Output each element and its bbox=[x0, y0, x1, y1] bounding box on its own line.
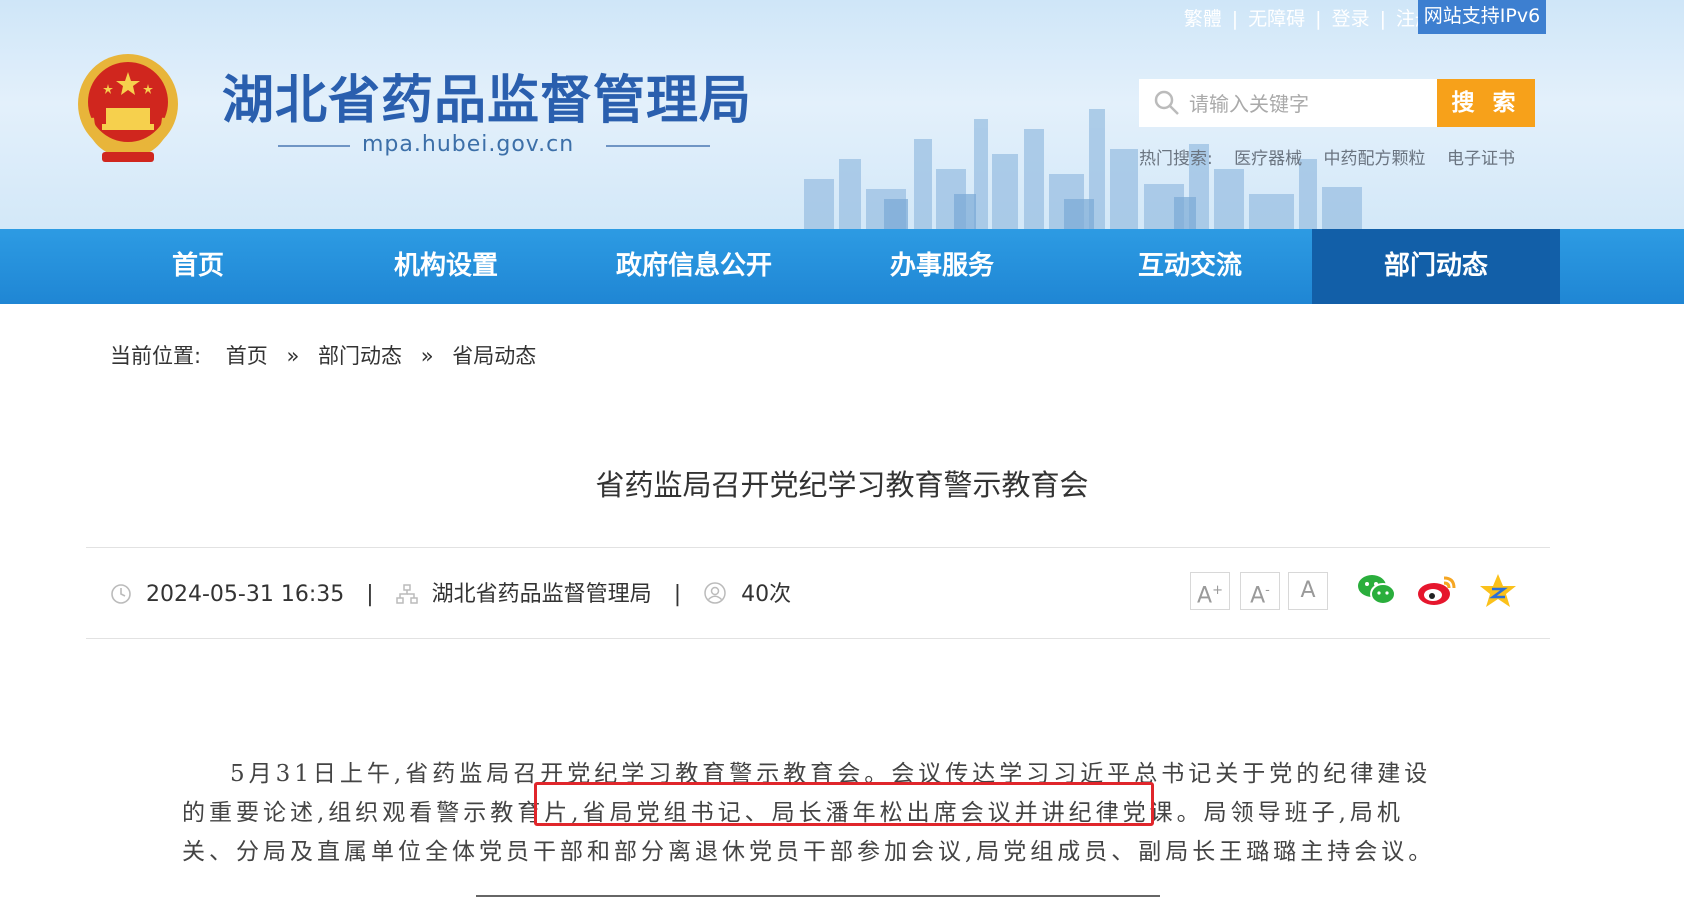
font-decrease-button[interactable]: A- bbox=[1240, 572, 1280, 610]
nav-item-organization[interactable]: 机构设置 bbox=[322, 229, 570, 304]
site-title[interactable]: 湖北省药品监督管理局 bbox=[222, 58, 752, 133]
main-nav: 首页 机构设置 政府信息公开 办事服务 互动交流 部门动态 bbox=[0, 229, 1684, 304]
hot-search-item[interactable]: 中药配方颗粒 bbox=[1324, 149, 1426, 169]
font-reset-button[interactable]: A bbox=[1288, 572, 1328, 610]
search-input[interactable] bbox=[1187, 79, 1435, 129]
title-divider-right bbox=[606, 145, 710, 147]
view-count: 40次 bbox=[741, 582, 792, 607]
hot-search-item[interactable]: 医疗器械 bbox=[1234, 149, 1302, 169]
breadcrumb-bureau-news[interactable]: 省局动态 bbox=[452, 344, 536, 368]
breadcrumb-separator: » bbox=[286, 344, 300, 368]
clock-icon bbox=[111, 584, 131, 604]
national-emblem-logo bbox=[78, 54, 178, 162]
nav-item-home[interactable]: 首页 bbox=[74, 229, 322, 304]
breadcrumb-department-news[interactable]: 部门动态 bbox=[318, 344, 402, 368]
hot-search-label: 热门搜索: bbox=[1139, 149, 1213, 169]
nav-item-services[interactable]: 办事服务 bbox=[818, 229, 1066, 304]
traditional-chinese-link[interactable]: 繁體 bbox=[1184, 8, 1222, 30]
title-divider-left bbox=[278, 145, 350, 147]
link-separator: | bbox=[1231, 8, 1239, 30]
qzone-icon[interactable] bbox=[1478, 572, 1518, 610]
breadcrumb-home[interactable]: 首页 bbox=[226, 344, 268, 368]
site-header: 湖北省药品监督管理局 mpa.hubei.gov.cn 繁體 | 无障碍 | 登录 | 注册… bbox=[0, 0, 1684, 229]
search-icon bbox=[1154, 90, 1179, 115]
hot-search-item[interactable]: 电子证书 bbox=[1447, 149, 1515, 169]
meta-bottom-divider bbox=[86, 638, 1550, 639]
hot-search: 热门搜索: 医疗器械 中药配方颗粒 电子证书 bbox=[1139, 144, 1515, 169]
nav-item-department-news[interactable]: 部门动态 bbox=[1312, 229, 1560, 304]
meta-separator: | bbox=[366, 582, 374, 607]
breadcrumb-separator: » bbox=[420, 344, 434, 368]
weibo-icon[interactable] bbox=[1416, 572, 1458, 608]
nav-item-gov-info[interactable]: 政府信息公开 bbox=[570, 229, 818, 304]
search-box bbox=[1139, 79, 1437, 129]
login-link[interactable]: 登录 bbox=[1332, 8, 1370, 30]
views-icon bbox=[704, 582, 726, 604]
link-separator: | bbox=[1315, 8, 1322, 30]
wechat-icon[interactable] bbox=[1356, 572, 1398, 608]
search-button[interactable]: 搜 索 bbox=[1437, 79, 1535, 127]
breadcrumb-prefix: 当前位置: bbox=[110, 344, 202, 368]
highlight-annotation-box bbox=[534, 782, 1154, 826]
accessibility-link[interactable]: 无障碍 bbox=[1248, 8, 1305, 30]
article-meta: 2024-05-31 16:35 | 湖北省药品监督管理局 | 40次 bbox=[110, 576, 791, 608]
top-links: 繁體 | 无障碍 | 登录 | 注册 bbox=[1184, 4, 1434, 31]
organization-icon bbox=[395, 584, 418, 604]
article-title: 省药监局召开党纪学习教育警示教育会 bbox=[595, 468, 1089, 502]
article-source: 湖北省药品监督管理局 bbox=[431, 582, 652, 607]
meta-top-divider bbox=[86, 547, 1550, 548]
publish-date: 2024-05-31 16:35 bbox=[146, 582, 345, 607]
nav-item-interaction[interactable]: 互动交流 bbox=[1066, 229, 1314, 304]
font-increase-button[interactable]: A+ bbox=[1190, 572, 1230, 610]
link-separator: | bbox=[1379, 8, 1386, 30]
meta-separator: | bbox=[673, 582, 682, 607]
site-domain: mpa.hubei.gov.cn bbox=[362, 132, 575, 157]
breadcrumb: 当前位置: 首页 » 部门动态 » 省局动态 bbox=[110, 340, 536, 370]
ipv6-badge[interactable]: 网站支持IPv6 bbox=[1418, 0, 1546, 34]
